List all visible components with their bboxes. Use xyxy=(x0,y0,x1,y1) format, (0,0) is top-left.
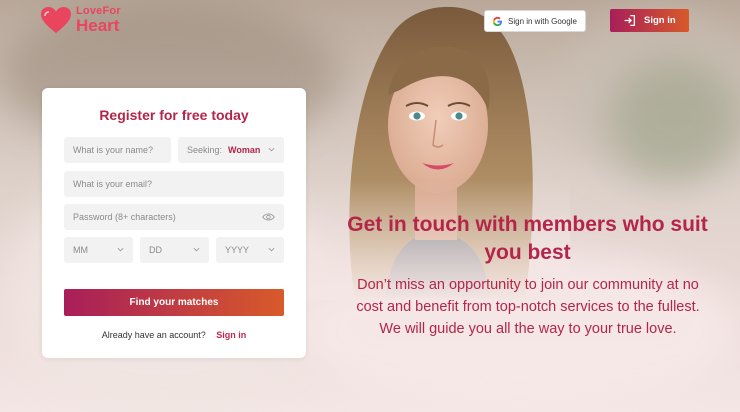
card-signin-link[interactable]: Sign in xyxy=(216,330,246,340)
email-input[interactable]: What is your email? xyxy=(64,171,284,197)
signin-button[interactable]: Sign in xyxy=(610,9,689,32)
google-signin-label: Sign in with Google xyxy=(508,16,577,26)
month-placeholder: MM xyxy=(73,245,88,255)
birth-day-select[interactable]: DD xyxy=(140,237,209,263)
day-placeholder: DD xyxy=(149,245,162,255)
register-card: Register for free today What is your nam… xyxy=(42,88,306,358)
show-password-eye-icon[interactable] xyxy=(262,211,275,223)
brand-logo[interactable]: LoveFor Heart xyxy=(40,6,121,34)
already-account-row: Already have an account? Sign in xyxy=(42,330,306,340)
already-account-text: Already have an account? xyxy=(101,330,206,340)
chevron-down-icon xyxy=(268,247,275,252)
google-signin-button[interactable]: Sign in with Google xyxy=(484,10,586,32)
google-g-icon xyxy=(492,16,502,26)
signin-label: Sign in xyxy=(644,15,676,26)
password-input[interactable]: Password (8+ characters) xyxy=(64,204,284,230)
seeking-select[interactable]: Seeking: Woman xyxy=(178,137,284,163)
name-input[interactable]: What is your name? xyxy=(64,137,171,163)
seeking-value: Woman xyxy=(228,145,261,155)
name-placeholder: What is your name? xyxy=(73,145,154,155)
hero-subtext: Don’t miss an opportunity to join our co… xyxy=(356,277,700,337)
heart-logo-icon xyxy=(41,7,71,33)
brand-name: LoveFor Heart xyxy=(76,6,121,35)
chevron-down-icon xyxy=(268,147,275,152)
hero-headline: Get in touch with members who suit you b… xyxy=(347,213,708,264)
birth-month-select[interactable]: MM xyxy=(64,237,133,263)
chevron-down-icon xyxy=(193,247,200,252)
register-title: Register for free today xyxy=(99,107,249,123)
seeking-label: Seeking: xyxy=(187,145,223,155)
brand-name-line2: Heart xyxy=(76,16,120,35)
find-matches-button[interactable]: Find your matches xyxy=(64,289,284,316)
password-placeholder: Password (8+ characters) xyxy=(73,212,176,222)
chevron-down-icon xyxy=(117,247,124,252)
birth-year-select[interactable]: YYYY xyxy=(216,237,284,263)
email-placeholder: What is your email? xyxy=(73,179,153,189)
sign-in-arrow-icon xyxy=(624,14,636,27)
year-placeholder: YYYY xyxy=(225,245,250,255)
